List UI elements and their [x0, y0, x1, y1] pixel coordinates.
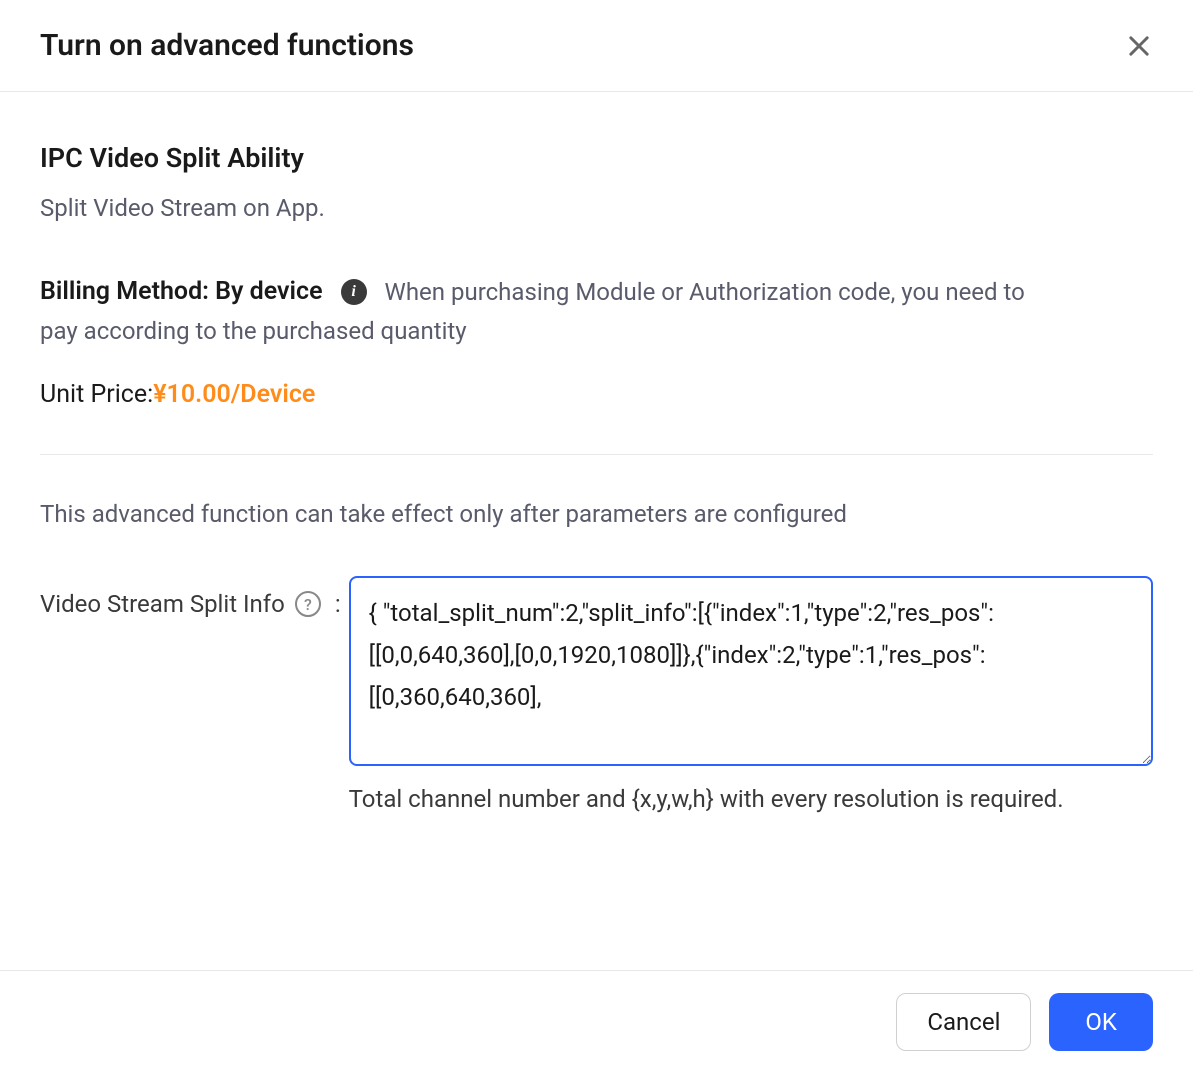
- form-label: Video Stream Split Info: [40, 590, 285, 618]
- field-hint: Total channel number and {x,y,w,h} with …: [349, 780, 1153, 818]
- feature-description: Split Video Stream on App.: [40, 194, 1153, 222]
- feature-title: IPC Video Split Ability: [40, 142, 1153, 174]
- config-note: This advanced function can take effect o…: [40, 500, 1153, 528]
- help-icon[interactable]: ?: [295, 591, 321, 617]
- info-icon[interactable]: i: [341, 279, 367, 305]
- price-row: Unit Price:¥10.00/Device: [40, 380, 1153, 455]
- modal-header: Turn on advanced functions: [0, 0, 1193, 92]
- modal-title: Turn on advanced functions: [40, 28, 414, 63]
- modal-footer: Cancel OK: [0, 970, 1193, 1073]
- split-info-textarea[interactable]: [349, 576, 1153, 766]
- colon: :: [335, 590, 341, 618]
- form-field-wrap: Total channel number and {x,y,w,h} with …: [349, 576, 1153, 818]
- close-icon: [1125, 32, 1153, 60]
- cancel-button[interactable]: Cancel: [896, 993, 1031, 1051]
- modal-body: IPC Video Split Ability Split Video Stre…: [0, 92, 1193, 859]
- price-value: ¥10.00/Device: [153, 380, 315, 409]
- price-label: Unit Price:: [40, 380, 153, 409]
- billing-description-part2: pay according to the purchased quantity: [40, 312, 1153, 350]
- billing-description-part1: When purchasing Module or Authorization …: [385, 273, 1025, 311]
- ok-button[interactable]: OK: [1049, 993, 1153, 1051]
- form-row: Video Stream Split Info ? : Total channe…: [40, 576, 1153, 818]
- billing-row: Billing Method: By device i When purchas…: [40, 272, 1153, 350]
- close-button[interactable]: [1125, 32, 1153, 60]
- billing-label: Billing Method: By device: [40, 272, 323, 312]
- form-label-wrap: Video Stream Split Info ? :: [40, 576, 341, 618]
